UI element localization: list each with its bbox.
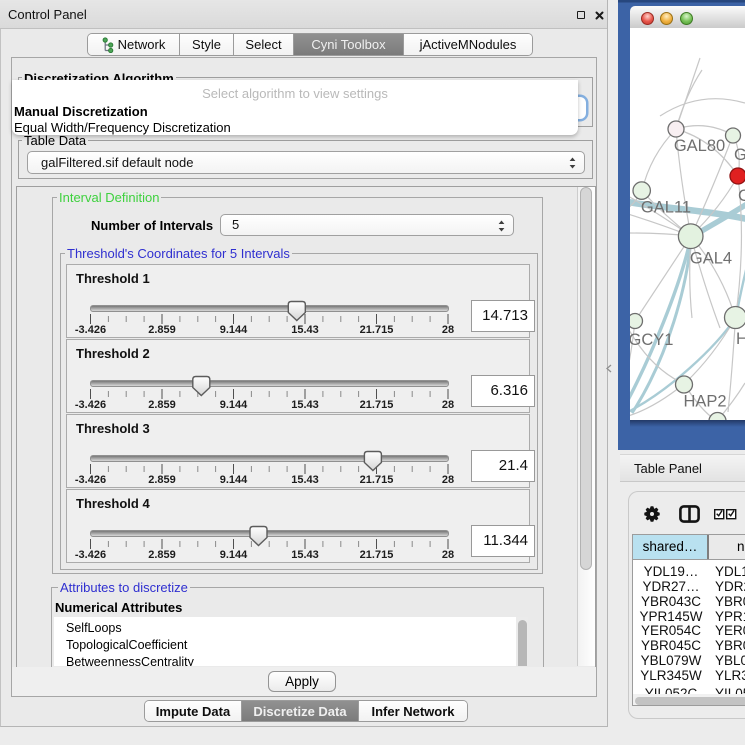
svg-text:21.715: 21.715: [360, 549, 394, 561]
svg-text:HA: HA: [736, 330, 745, 348]
svg-text:9.144: 9.144: [220, 549, 248, 561]
svg-text:-3.426: -3.426: [75, 324, 106, 336]
svg-text:GCY1: GCY1: [630, 331, 673, 349]
svg-text:GAL80: GAL80: [674, 137, 725, 155]
svg-text:9.144: 9.144: [220, 474, 248, 486]
svg-text:28: 28: [442, 399, 454, 411]
svg-text:HAP2: HAP2: [683, 393, 726, 411]
svg-text:2.859: 2.859: [148, 549, 176, 561]
svg-text:21.715: 21.715: [360, 399, 394, 411]
svg-text:21.715: 21.715: [360, 474, 394, 486]
svg-text:2.859: 2.859: [148, 399, 176, 411]
svg-text:15.43: 15.43: [291, 549, 319, 561]
svg-text:2.859: 2.859: [148, 474, 176, 486]
svg-text:9.144: 9.144: [220, 399, 248, 411]
svg-text:15.43: 15.43: [291, 324, 319, 336]
svg-text:21.715: 21.715: [360, 324, 394, 336]
svg-text:-3.426: -3.426: [75, 549, 106, 561]
svg-text:GAL11: GAL11: [641, 199, 691, 217]
svg-text:GAL4: GAL4: [690, 250, 732, 268]
svg-text:GA: GA: [734, 146, 745, 164]
svg-text:15.43: 15.43: [291, 399, 319, 411]
svg-text:28: 28: [442, 324, 454, 336]
svg-text:-3.426: -3.426: [75, 474, 106, 486]
svg-text:-3.426: -3.426: [75, 399, 106, 411]
svg-text:9.144: 9.144: [220, 324, 248, 336]
svg-text:28: 28: [442, 474, 454, 486]
svg-text:15.43: 15.43: [291, 474, 319, 486]
svg-text:2.859: 2.859: [148, 324, 176, 336]
svg-text:28: 28: [442, 549, 454, 561]
svg-text:CA: CA: [738, 187, 745, 205]
